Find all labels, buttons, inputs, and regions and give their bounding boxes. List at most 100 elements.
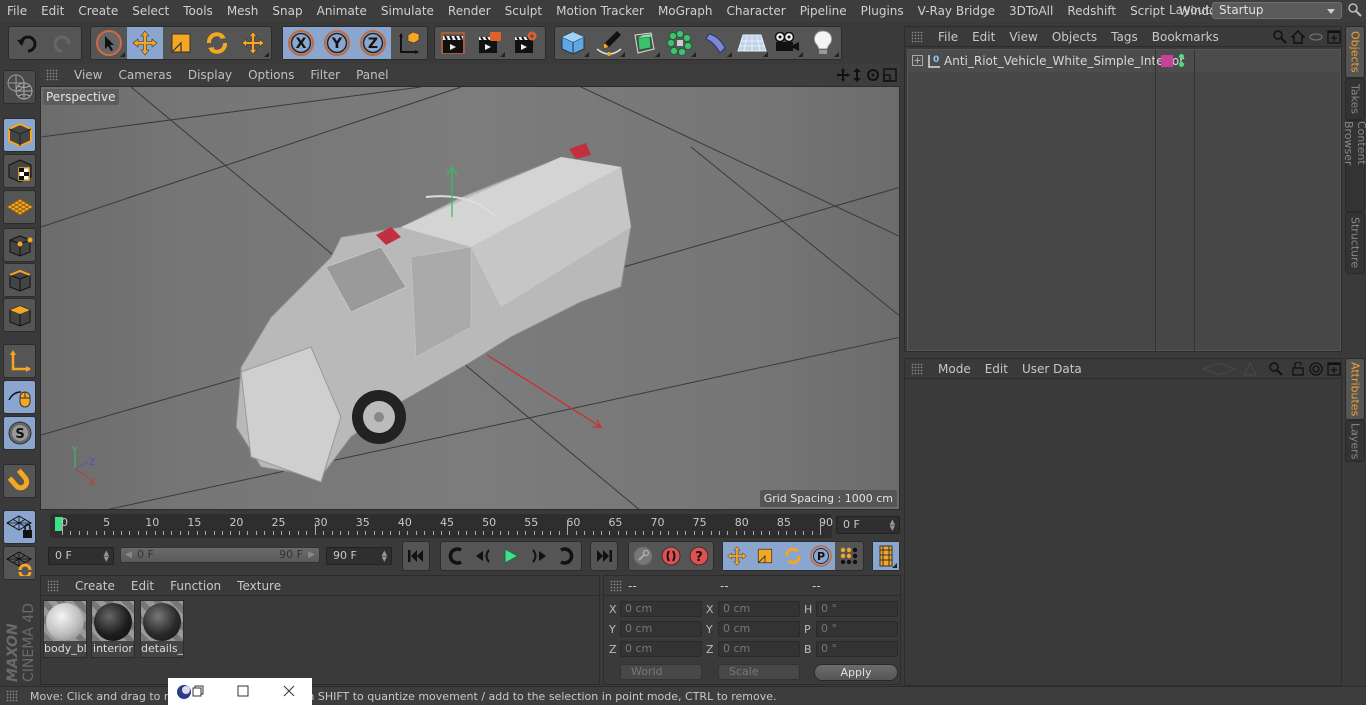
material-swatch[interactable]: body_bl <box>43 600 87 658</box>
rot-b-field[interactable]: 0 ° <box>816 641 898 657</box>
axis-mode-button[interactable] <box>3 344 36 378</box>
polygons-mode-button[interactable] <box>3 298 36 332</box>
panel-grip-icon[interactable] <box>610 579 622 592</box>
key-rotation-button[interactable] <box>779 542 807 570</box>
size-z-field[interactable]: 0 cm <box>718 641 800 657</box>
preview-range-slider[interactable]: ◀ 0 F 90 F ▶ <box>120 547 320 563</box>
goto-next-key-button[interactable] <box>553 542 581 570</box>
search-icon[interactable] <box>1273 30 1287 44</box>
menu-pipeline[interactable]: Pipeline <box>793 4 854 18</box>
column-divider[interactable] <box>1194 50 1195 352</box>
material-menu-function[interactable]: Function <box>162 579 229 593</box>
move-tool-button[interactable] <box>127 27 163 59</box>
workplane-align-button[interactable] <box>3 546 36 580</box>
menu-script[interactable]: Script <box>1123 4 1172 18</box>
spinner-icon[interactable]: ▲ ▼ <box>890 519 895 532</box>
material-menu-create[interactable]: Create <box>67 579 123 593</box>
maximize-icon[interactable] <box>237 685 249 697</box>
object-row[interactable]: 0 Anti_Riot_Vehicle_White_Simple_Interio… <box>908 50 1340 72</box>
viewport-menu-filter[interactable]: Filter <box>302 68 348 82</box>
goto-end-button[interactable] <box>591 542 617 570</box>
cube-button[interactable] <box>555 27 591 59</box>
viewport-menu-view[interactable]: View <box>66 68 110 82</box>
x-axis-button[interactable]: X <box>283 27 319 59</box>
layer-color-swatch[interactable] <box>1161 55 1173 67</box>
range-right-arrow-icon[interactable]: ▶ <box>308 548 315 562</box>
tab-takes[interactable]: Takes <box>1345 78 1365 120</box>
range-left-arrow-icon[interactable]: ◀ <box>125 548 132 562</box>
menu-animate[interactable]: Animate <box>310 4 374 18</box>
search-icon[interactable] <box>1348 3 1362 17</box>
size-y-field[interactable]: 0 cm <box>718 621 800 637</box>
object-name[interactable]: Anti_Riot_Vehicle_White_Simple_Interior <box>944 54 1184 68</box>
panel-grip-icon[interactable] <box>911 362 923 375</box>
motion-path-button[interactable] <box>629 542 657 570</box>
panel-grip-icon[interactable] <box>47 579 59 592</box>
end-frame-field[interactable]: 90 F ▲ ▼ <box>326 547 392 565</box>
render-settings-button[interactable] <box>507 27 543 59</box>
autokey-button[interactable]: ? <box>685 542 713 570</box>
lock-icon[interactable] <box>1291 362 1305 376</box>
panel-grip-icon[interactable] <box>911 30 923 43</box>
y-axis-button[interactable]: Y <box>319 27 355 59</box>
new-window-icon[interactable] <box>1327 362 1341 376</box>
object-menu-view[interactable]: View <box>1002 30 1044 44</box>
viewport-menu-display[interactable]: Display <box>180 68 240 82</box>
attribute-menu-edit[interactable]: Edit <box>978 362 1015 376</box>
new-window-icon[interactable] <box>1327 30 1341 44</box>
editor-visibility-dot[interactable] <box>1179 54 1184 59</box>
viewport-menu-options[interactable]: Options <box>240 68 302 82</box>
search-icon[interactable] <box>1269 362 1283 376</box>
play-button[interactable] <box>497 542 525 570</box>
pos-y-field[interactable]: 0 cm <box>620 621 702 637</box>
tab-content-browser[interactable]: Content Browser <box>1342 120 1366 212</box>
back-arrow-icon[interactable] <box>1201 362 1237 376</box>
camera-button[interactable] <box>770 27 806 59</box>
menu-tools[interactable]: Tools <box>176 4 220 18</box>
object-menu-tags[interactable]: Tags <box>1104 30 1145 44</box>
deformer-button[interactable] <box>698 27 734 59</box>
menu-vray-bridge[interactable]: V-Ray Bridge <box>911 4 1002 18</box>
x-axis-handle[interactable] <box>486 354 602 428</box>
size-mode-dropdown[interactable]: Scale <box>718 664 800 680</box>
key-parameter-button[interactable]: P <box>807 542 835 570</box>
spinner-icon[interactable]: ▲ ▼ <box>382 550 387 563</box>
restore-icon[interactable] <box>192 685 204 697</box>
attribute-menu-user-data[interactable]: User Data <box>1015 362 1089 376</box>
z-axis-button[interactable]: Z <box>355 27 391 59</box>
goto-start-button[interactable] <box>403 542 429 570</box>
snap-button[interactable] <box>3 464 36 498</box>
redo-button[interactable] <box>45 27 81 59</box>
material-swatch[interactable]: interior <box>91 600 135 658</box>
workplane-mode-button[interactable] <box>3 190 36 224</box>
tab-layers[interactable]: Layers <box>1345 420 1365 462</box>
previous-frame-button[interactable] <box>469 542 497 570</box>
panel-grip-icon[interactable] <box>6 690 18 702</box>
menu-select[interactable]: Select <box>125 4 176 18</box>
material-swatch[interactable]: details_l <box>140 600 184 658</box>
menu-character[interactable]: Character <box>719 4 792 18</box>
subdivision-surface-button[interactable] <box>627 27 663 59</box>
layout-dropdown[interactable]: Startup <box>1212 2 1342 19</box>
render-view-button[interactable] <box>435 27 471 59</box>
undo-button[interactable] <box>9 27 45 59</box>
rot-h-field[interactable]: 0 ° <box>816 601 898 617</box>
menu-mesh[interactable]: Mesh <box>220 4 266 18</box>
tab-attributes[interactable]: Attributes <box>1345 358 1365 420</box>
menu-edit[interactable]: Edit <box>34 4 71 18</box>
live-selection-button[interactable] <box>91 27 127 59</box>
workplane-lock-button[interactable] <box>3 510 36 544</box>
make-editable-button[interactable] <box>3 70 36 104</box>
dolly-view-icon[interactable] <box>851 68 863 82</box>
menu-snap[interactable]: Snap <box>265 4 309 18</box>
rotate-tool-button[interactable] <box>199 27 235 59</box>
pan-view-icon[interactable] <box>836 68 850 82</box>
target-icon[interactable] <box>1309 362 1323 376</box>
material-menu-texture[interactable]: Texture <box>229 579 289 593</box>
panel-grip-icon[interactable] <box>46 69 58 81</box>
record-keyframe-button[interactable] <box>657 542 685 570</box>
scale-tool-button[interactable] <box>163 27 199 59</box>
vehicle-model[interactable] <box>235 143 632 483</box>
render-picture-viewer-button[interactable] <box>471 27 507 59</box>
menu-sculpt[interactable]: Sculpt <box>498 4 549 18</box>
